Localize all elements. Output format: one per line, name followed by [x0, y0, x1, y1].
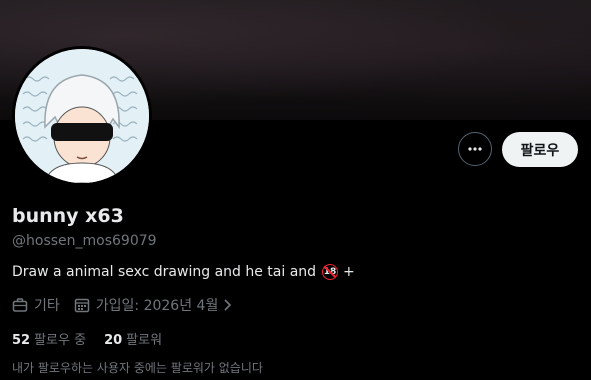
calendar-icon	[74, 298, 90, 313]
more-horizontal-icon	[468, 147, 482, 151]
profile-bio: Draw a animal sexc drawing and he tai an…	[12, 264, 355, 280]
joined-date-item[interactable]: 가입일: 2026년 4월	[74, 295, 235, 315]
chevron-right-icon	[224, 299, 232, 311]
bio-suffix: +	[343, 264, 355, 280]
display-name: bunny x63	[12, 205, 124, 227]
follow-button[interactable]: 팔로우	[502, 132, 578, 167]
no-under-18-icon: 18	[322, 264, 339, 280]
following-count: 52	[12, 333, 31, 348]
joined-label: 가입일: 2026년 4월	[95, 298, 219, 314]
profile-meta: 기타 가입일: 2026년 4월	[12, 295, 248, 315]
following-label: 팔로우 중	[34, 333, 87, 348]
category-label: 기타	[34, 298, 60, 314]
user-handle: @hossen_mos69079	[12, 233, 157, 249]
followers-link[interactable]: 20 팔로워	[104, 329, 162, 348]
following-link[interactable]: 52 팔로우 중	[12, 329, 86, 348]
follow-counts: 52 팔로우 중 20 팔로워	[12, 329, 180, 348]
followers-you-know-note: 내가 팔로우하는 사용자 중에는 팔로워가 없습니다	[12, 361, 263, 375]
followers-label: 팔로워	[126, 333, 163, 348]
briefcase-icon	[12, 298, 28, 312]
followers-count: 20	[104, 333, 123, 348]
bio-text: Draw a animal sexc drawing and he tai an…	[12, 264, 317, 280]
avatar-image	[15, 49, 149, 183]
profile-avatar[interactable]	[12, 46, 152, 186]
more-options-button[interactable]	[458, 132, 492, 166]
category-item: 기타	[12, 295, 60, 315]
